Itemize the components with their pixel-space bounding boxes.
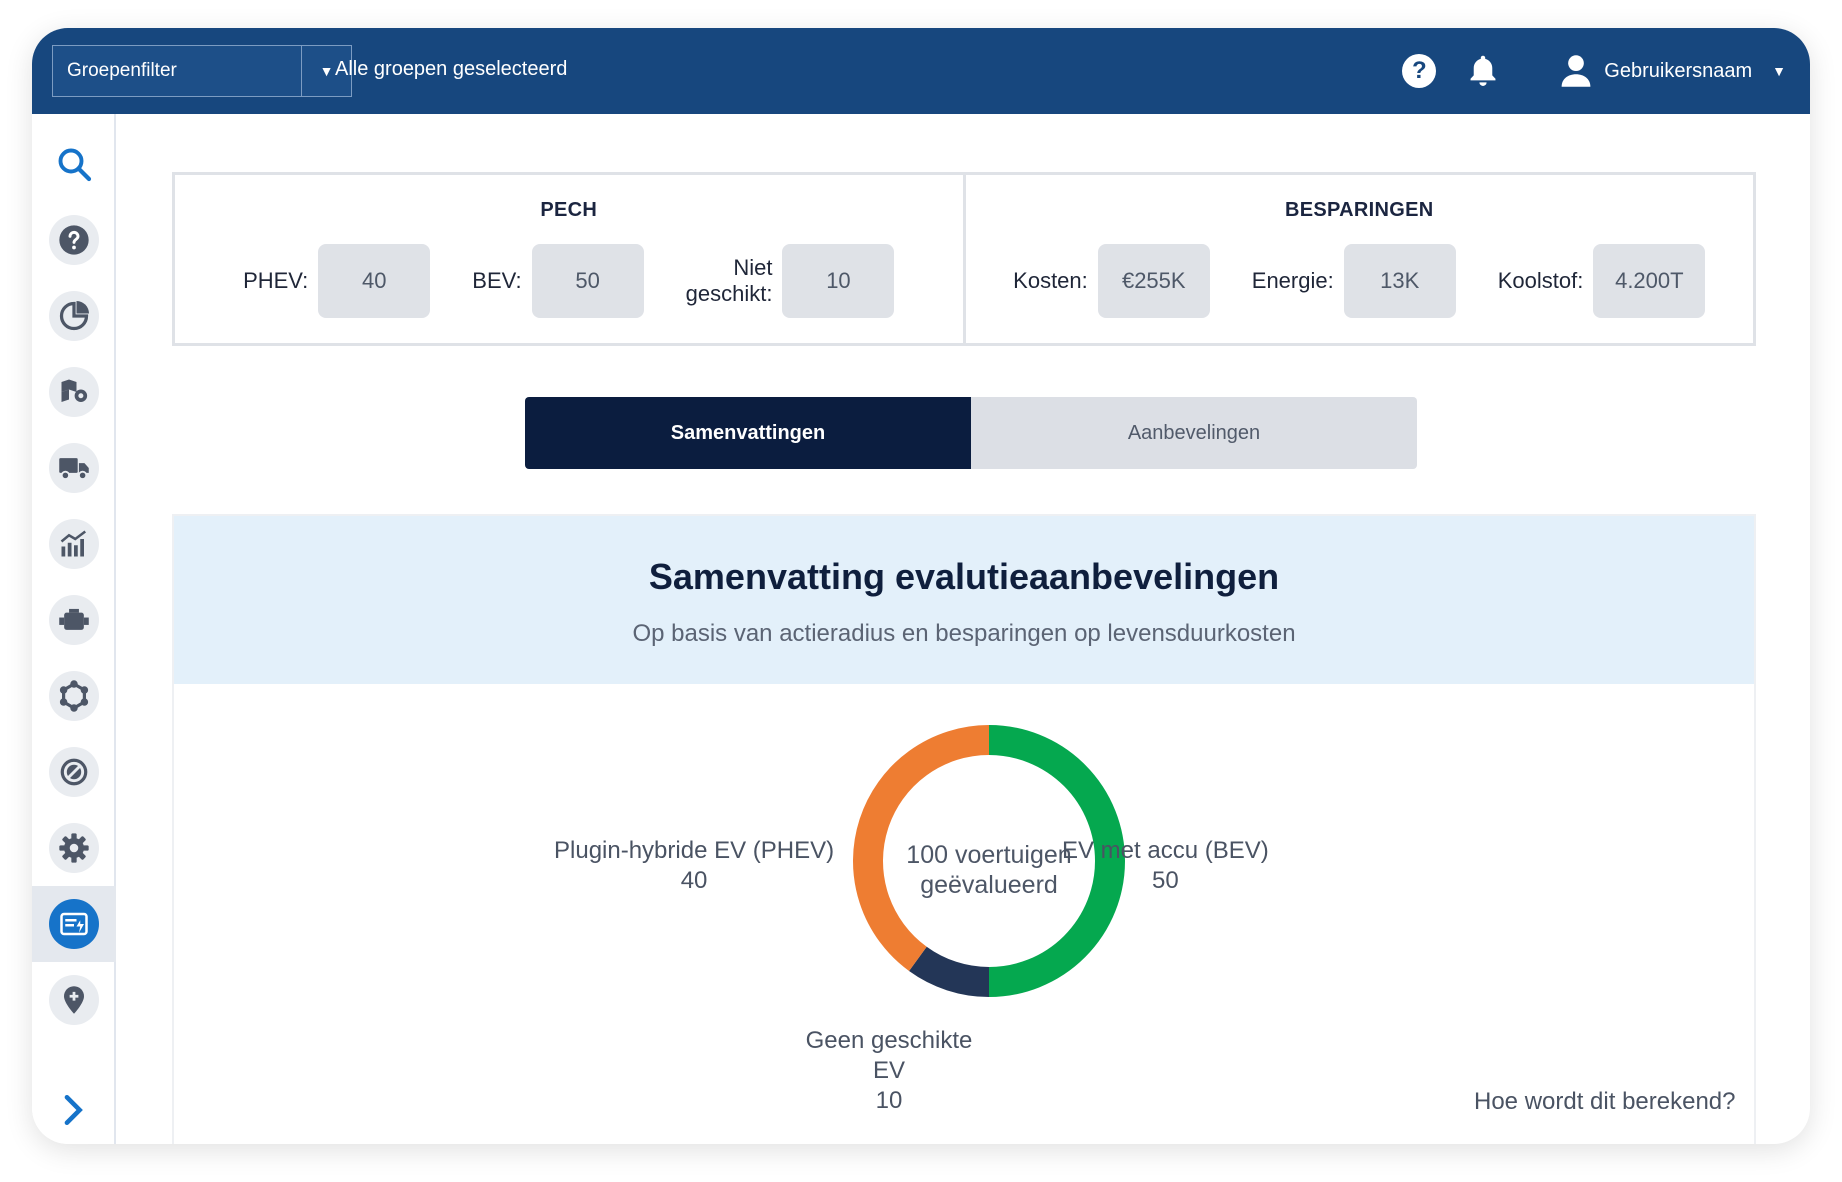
sidebar-item-add-location[interactable]	[32, 962, 116, 1038]
center-line1: 100 voertuigen	[906, 841, 1072, 869]
add-location-icon	[64, 986, 84, 1014]
view-tabs: Samenvattingen Aanbevelingen	[525, 397, 1417, 469]
sidebar-item-restrictions[interactable]	[32, 734, 116, 810]
stat-not-suitable: Niet geschikt: 10	[686, 244, 895, 318]
not-suitable-label: Geen geschikte EV 10	[789, 1026, 989, 1116]
sidebar-item-settings[interactable]	[32, 810, 116, 886]
stat-value: 10	[782, 244, 895, 318]
main-content: PECH PHEV: 40 BEV: 50 Niet geschikt: 10 …	[116, 114, 1810, 1144]
stat-label: Kosten:	[1013, 268, 1088, 293]
stat-energy: Energie: 13K	[1252, 244, 1456, 318]
stat-carbon: Koolstof: 4.200T	[1498, 244, 1706, 318]
stat-phev: PHEV: 40	[243, 244, 431, 318]
username: Gebruikersnaam	[1604, 59, 1753, 82]
sidebar-item-vehicles[interactable]	[32, 430, 116, 506]
caret-down-icon: ▼	[1772, 63, 1786, 79]
stat-value: 4.200T	[1593, 244, 1706, 318]
chevron-right-icon	[64, 1094, 83, 1126]
summary-title: Samenvatting evalutieaanbevelingen	[648, 556, 1280, 597]
help-icon	[59, 225, 89, 255]
stat-label: Koolstof:	[1497, 268, 1584, 293]
slice-not-suitable	[909, 946, 990, 997]
how-calculated-link[interactable]: Hoe wordt dit berekend?	[1474, 1088, 1736, 1116]
bev-label: EV met accu (BEV) 50	[1062, 836, 1269, 896]
bev-value: 50	[1152, 867, 1179, 894]
sidebar-item-analytics[interactable]	[32, 506, 116, 582]
bell-icon[interactable]	[1466, 53, 1500, 89]
group-filter-label: Groepenfilter	[67, 60, 177, 81]
sidebar-item-help[interactable]	[32, 202, 116, 278]
besparingen-block: BESPARINGEN Kosten: €255K Energie: 13K K…	[962, 175, 1754, 343]
hub-icon	[59, 680, 89, 712]
stat-costs: Kosten: €255K	[1013, 244, 1210, 318]
stat-value: €255K	[1097, 244, 1210, 318]
stats-panel: PECH PHEV: 40 BEV: 50 Niet geschikt: 10 …	[172, 172, 1756, 346]
besparingen-title: BESPARINGEN	[1284, 199, 1434, 221]
summary-subtitle: Op basis van actieradius en besparingen …	[632, 620, 1296, 647]
group-status-text: Alle groepen geselecteerd	[335, 58, 568, 80]
phev-category: Plugin-hybride EV (PHEV)	[554, 837, 835, 864]
sidebar-item-search[interactable]	[32, 126, 116, 202]
engine-icon	[59, 608, 89, 630]
phev-label: Plugin-hybride EV (PHEV) 40	[554, 836, 834, 896]
ev-card-icon	[60, 912, 88, 936]
tab-aanbevelingen[interactable]: Aanbevelingen	[971, 397, 1417, 469]
bev-category: EV met accu (BEV)	[1062, 837, 1269, 864]
phev-value: 40	[680, 867, 708, 894]
not-suitable-category: Geen geschikte EV	[805, 1027, 973, 1084]
summary-header: Samenvatting evalutieaanbevelingen Op ba…	[174, 516, 1754, 684]
sidebar-item-engine[interactable]	[32, 582, 116, 658]
sidebar-expand-button[interactable]	[32, 1072, 116, 1144]
summary-panel: Samenvatting evalutieaanbevelingen Op ba…	[172, 514, 1756, 1144]
pech-block: PECH PHEV: 40 BEV: 50 Niet geschikt: 10	[175, 175, 963, 343]
stat-bev: BEV: 50	[472, 244, 644, 318]
center-line2: geëvalueerd	[920, 871, 1058, 899]
stat-label-line2: geschikt:	[685, 281, 773, 306]
stat-label: Energie:	[1251, 268, 1334, 293]
stat-value: 13K	[1343, 244, 1456, 318]
group-filter-dropdown[interactable]: Groepenfilter ▼	[52, 45, 352, 97]
sidebar-item-ev-suitability[interactable]	[32, 886, 116, 962]
not-suitable-value: 10	[875, 1087, 903, 1114]
tab-samenvattingen[interactable]: Samenvattingen	[525, 397, 971, 469]
search-icon	[58, 148, 92, 182]
truck-icon	[59, 458, 89, 480]
sidebar-item-reports[interactable]	[32, 278, 116, 354]
pie-chart-icon	[59, 301, 89, 331]
sidebar-item-integrations[interactable]	[32, 658, 116, 734]
map-pin-icon	[61, 379, 88, 402]
sidebar	[32, 114, 116, 1144]
stat-label: PHEV:	[243, 268, 309, 293]
stat-value: 50	[531, 244, 644, 318]
pech-title: PECH	[540, 199, 598, 221]
top-right-actions: ? Gebruikersnaam ▼	[1402, 28, 1786, 114]
app-window: Groepenfilter ▼ Alle groepen geselecteer…	[32, 28, 1810, 1144]
stat-label: BEV:	[472, 268, 522, 293]
settings-icon	[59, 833, 89, 863]
user-menu[interactable]: Gebruikersnaam ▼	[1560, 54, 1786, 88]
user-icon	[1561, 55, 1591, 87]
help-icon[interactable]: ?	[1402, 54, 1437, 88]
stat-label: Niet geschikt:	[686, 255, 773, 307]
top-bar: Groepenfilter ▼ Alle groepen geselecteer…	[32, 28, 1810, 114]
block-icon	[60, 758, 88, 786]
sidebar-item-map[interactable]	[32, 354, 116, 430]
stat-label-line1: Niet	[733, 255, 773, 280]
analytics-icon	[60, 530, 86, 557]
stat-value: 40	[318, 244, 431, 318]
